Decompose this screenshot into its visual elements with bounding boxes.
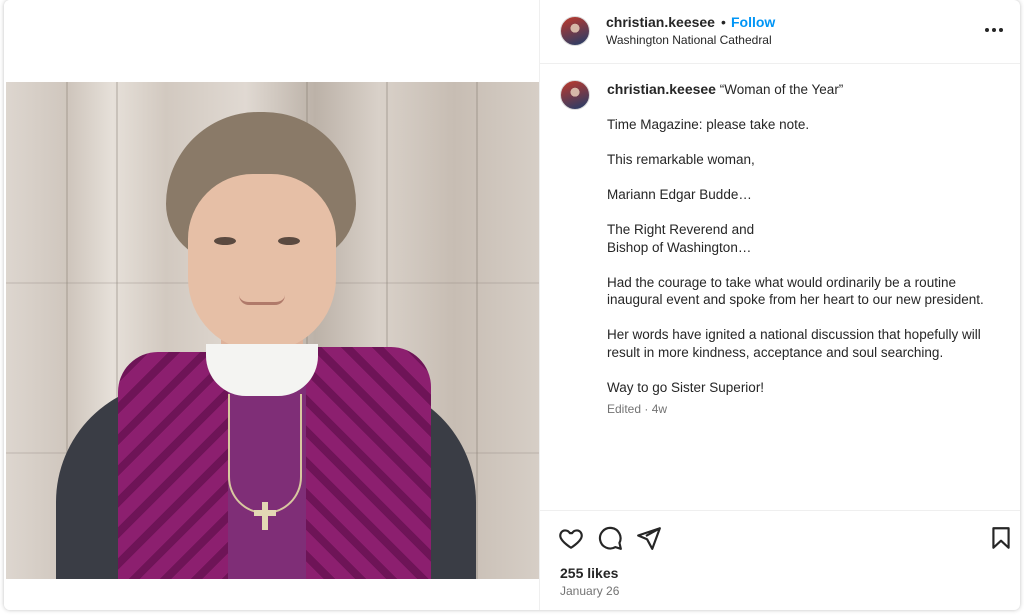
person-eye-left [214,237,236,245]
bookmark-icon[interactable] [988,525,1014,551]
caption-paragraph: Her words have ignited a national discus… [607,327,981,360]
post-date[interactable]: January 26 [560,584,619,598]
follow-button[interactable]: Follow [731,14,775,30]
edited-timestamp: Edited · 4w [607,401,668,416]
caption-text: christian.keesee “Woman of the Year” Tim… [607,81,1007,418]
comment-icon[interactable] [597,525,623,551]
caption-paragraph: Mariann Edgar Budde… [607,187,752,202]
post-sidebar: christian.keesee • Follow Washington Nat… [539,0,1020,610]
heart-icon[interactable] [558,525,584,551]
caption-paragraph: This remarkable woman, [607,152,755,167]
caption-paragraph: Time Magazine: please take note. [607,117,810,132]
person-eye-right [278,237,300,245]
necklace-chain [228,394,302,514]
pectoral-cross-bar [254,510,276,516]
share-icon[interactable] [636,525,662,551]
caption-paragraph: Had the courage to take what would ordin… [607,274,984,308]
post-modal: christian.keesee • Follow Washington Nat… [4,0,1020,610]
post-location[interactable]: Washington National Cathedral [606,33,772,47]
more-dot [985,28,989,32]
person-scarf-left [118,352,228,579]
separator-dot: • [721,14,726,30]
more-dot [992,28,996,32]
more-options-icon[interactable] [984,20,1004,40]
person-mouth [239,295,285,305]
pectoral-cross [262,502,268,530]
caption-first-line: christian.keesee “Woman of the Year” [607,81,1007,99]
post-header: christian.keesee • Follow Washington Nat… [540,0,1020,64]
caption-title: “Woman of the Year” [719,82,844,97]
pillar-line [476,82,478,579]
author-username[interactable]: christian.keesee [606,14,715,30]
clerical-collar [206,344,318,396]
person-face [188,174,336,352]
post-photo[interactable] [6,82,539,579]
caption-section: christian.keesee “Woman of the Year” Tim… [540,64,1020,511]
caption-avatar[interactable] [560,80,590,110]
caption-paragraph: Way to go Sister Superior! [607,379,765,395]
more-dot [999,28,1003,32]
likes-count[interactable]: 255 likes [560,565,618,581]
caption-paragraph: The Right Reverend and Bishop of Washing… [607,222,755,255]
action-bar [540,511,1020,561]
person-scarf-right [306,347,431,579]
caption-username[interactable]: christian.keesee [607,81,716,97]
media-pane [4,0,539,610]
profile-avatar[interactable] [560,16,590,46]
